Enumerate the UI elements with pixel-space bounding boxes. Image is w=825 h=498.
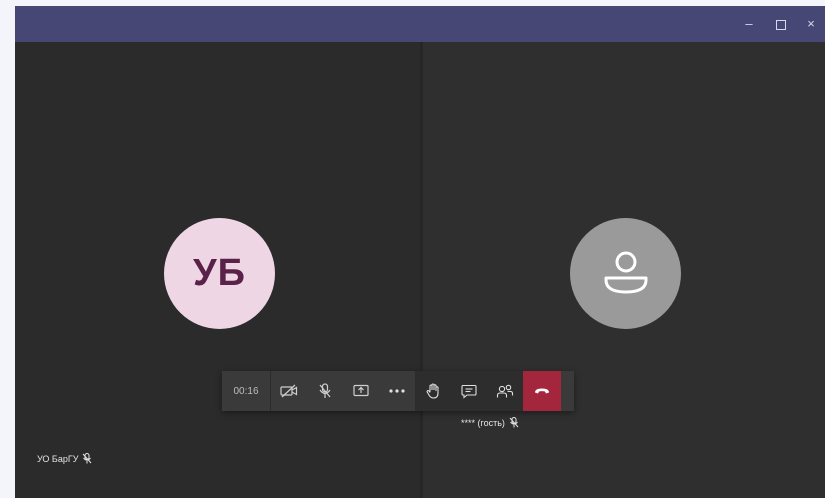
mic-muted-icon bbox=[82, 453, 92, 464]
maximize-button[interactable] bbox=[771, 14, 791, 34]
participant-tile-left: УБ УО БарГУ bbox=[15, 42, 420, 498]
hand-icon bbox=[426, 383, 439, 399]
more-options-button[interactable] bbox=[379, 371, 415, 411]
phone-hangup-icon bbox=[535, 388, 549, 394]
minimize-button[interactable]: – bbox=[739, 14, 759, 34]
participants-button[interactable] bbox=[487, 371, 523, 411]
person-icon bbox=[604, 251, 647, 293]
close-button[interactable]: × bbox=[801, 14, 821, 34]
chat-icon bbox=[461, 384, 477, 399]
mic-toggle-button[interactable] bbox=[307, 371, 343, 411]
video-off-icon bbox=[280, 384, 298, 398]
title-bar: – × bbox=[15, 6, 825, 42]
avatar: УБ bbox=[164, 218, 275, 329]
call-timer: 00:16 bbox=[222, 371, 271, 411]
chat-button[interactable] bbox=[451, 371, 487, 411]
raise-hand-button[interactable] bbox=[415, 371, 451, 411]
participant-name: УО БарГУ bbox=[37, 453, 79, 464]
meeting-actions-group bbox=[415, 371, 561, 411]
call-controls-toolbar: 00:16 bbox=[222, 371, 574, 411]
camera-toggle-button[interactable] bbox=[271, 371, 307, 411]
participant-tile-right: **** (гость) bbox=[423, 42, 825, 498]
mic-muted-icon bbox=[509, 417, 519, 428]
more-icon bbox=[389, 389, 405, 393]
participant-name-tag: УО БарГУ bbox=[37, 453, 92, 464]
people-icon bbox=[496, 384, 514, 397]
maximize-icon bbox=[776, 19, 786, 30]
share-screen-button[interactable] bbox=[343, 371, 379, 411]
participant-name-tag: **** (гость) bbox=[461, 417, 519, 428]
meeting-window: – × УБ УО БарГУ **** (гость) 00:16 bbox=[15, 6, 825, 498]
participant-name: **** (гость) bbox=[461, 417, 505, 428]
avatar-initials: УБ bbox=[193, 252, 246, 294]
mic-icon bbox=[319, 383, 331, 398]
avatar bbox=[570, 218, 681, 329]
share-screen-icon bbox=[353, 384, 369, 397]
hang-up-button[interactable] bbox=[523, 371, 561, 411]
